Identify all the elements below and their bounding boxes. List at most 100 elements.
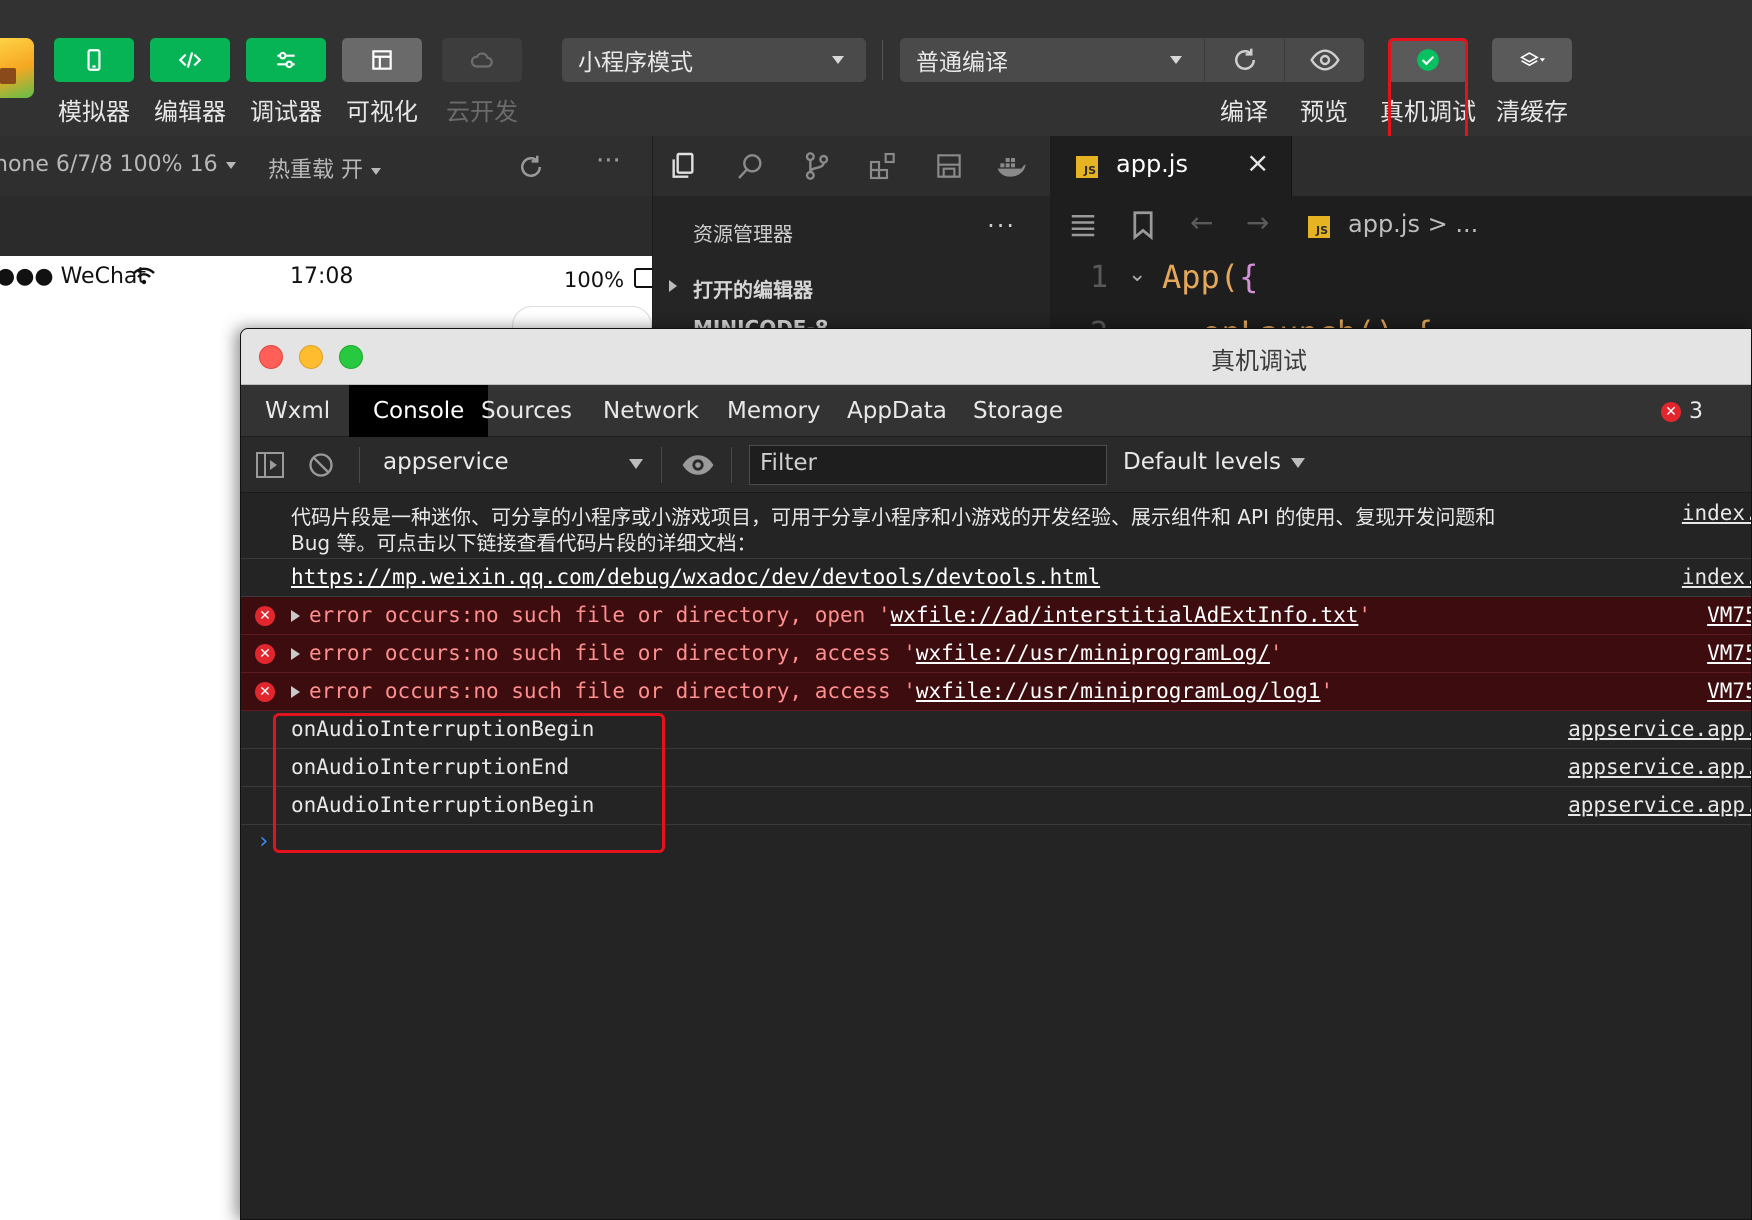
docker-icon[interactable] bbox=[995, 150, 1027, 182]
tab-label: app.js bbox=[1116, 150, 1188, 178]
chevron-down-icon bbox=[225, 161, 236, 169]
error-suffix: ' bbox=[1358, 603, 1372, 627]
code-line[interactable]: 1 ⌄ App({ bbox=[1050, 256, 1752, 308]
editor-button[interactable] bbox=[150, 38, 230, 82]
sidebar-toggle-icon[interactable] bbox=[255, 451, 285, 479]
code-token: App( bbox=[1162, 258, 1240, 296]
extensions-icon[interactable] bbox=[867, 150, 899, 182]
bookmark-icon[interactable] bbox=[1132, 210, 1154, 240]
console-error[interactable]: ✕ error occurs:no such file or directory… bbox=[241, 635, 1751, 673]
rotate-button[interactable] bbox=[516, 152, 546, 188]
compile-select[interactable]: 普通编译 bbox=[900, 38, 1204, 82]
log-source-link[interactable]: VM75:1 bbox=[1707, 603, 1751, 627]
preview-button[interactable] bbox=[1284, 38, 1364, 82]
error-file-link[interactable]: wxfile://usr/miniprogramLog/log1 bbox=[916, 679, 1321, 703]
debugger-label: 调试器 bbox=[250, 98, 322, 126]
toolbar-divider bbox=[359, 447, 360, 483]
simulator-toolbar: none 6/7/8 100% 16 热重载 开 ··· bbox=[0, 136, 652, 196]
mode-select[interactable]: 小程序模式 bbox=[562, 38, 866, 82]
tab-app-js[interactable]: JS app.js × bbox=[1050, 136, 1292, 196]
wifi-icon bbox=[132, 266, 156, 292]
console-message[interactable]: https://mp.weixin.qq.com/debug/wxadoc/de… bbox=[241, 559, 1751, 597]
close-icon[interactable]: × bbox=[1246, 146, 1269, 179]
back-arrow-icon[interactable]: ← bbox=[1190, 206, 1213, 239]
log-source-link[interactable]: appservice.app.js bbox=[1568, 755, 1751, 779]
breadcrumb[interactable]: app.js > ... bbox=[1348, 210, 1478, 238]
phone-status-bar: ●●● WeChat 17:08 100% bbox=[0, 256, 656, 300]
log-source-link[interactable]: VM75:1 bbox=[1707, 641, 1751, 665]
error-count: 3 bbox=[1689, 399, 1703, 424]
wechat-devtools-screen: 模拟器 编辑器 调试器 可视化 云开发 小程序模式 普通编译 编译 预览 真机调… bbox=[0, 0, 1752, 1220]
device-select[interactable]: none 6/7/8 100% 16 bbox=[0, 152, 236, 177]
chevron-down-icon[interactable]: ⌄ bbox=[1128, 262, 1146, 287]
compile-button[interactable] bbox=[1204, 38, 1284, 82]
expand-triangle-icon[interactable] bbox=[291, 686, 300, 698]
console-error[interactable]: ✕ error occurs:no such file or directory… bbox=[241, 597, 1751, 635]
log-source-link[interactable]: index.js bbox=[1682, 501, 1751, 525]
debugger-button[interactable] bbox=[246, 38, 326, 82]
log-source-link[interactable]: index.js bbox=[1682, 565, 1751, 589]
log-text: Bug 等。可点击以下链接查看代码片段的详细文档： bbox=[291, 531, 757, 555]
tab-sources[interactable]: Sources bbox=[457, 385, 596, 437]
tab-storage[interactable]: Storage bbox=[949, 385, 1087, 437]
log-levels-select[interactable]: Default levels bbox=[1123, 449, 1306, 475]
code-editor: JS app.js × ← → JS app.js > ... 1 ⌄ App(… bbox=[1050, 136, 1752, 352]
cloud-dev-button[interactable] bbox=[442, 38, 522, 82]
sliders-icon bbox=[277, 51, 295, 69]
refresh-icon bbox=[1234, 48, 1255, 70]
open-editors-section[interactable]: 打开的编辑器 bbox=[669, 274, 813, 303]
files-icon[interactable] bbox=[667, 150, 699, 182]
compile-label: 编译 bbox=[1220, 98, 1268, 126]
toolbar-divider bbox=[731, 447, 732, 483]
docs-link[interactable]: https://mp.weixin.qq.com/debug/wxadoc/de… bbox=[291, 565, 1100, 589]
expand-triangle-icon[interactable] bbox=[291, 610, 300, 622]
log-source-link[interactable]: VM75:1 bbox=[1707, 679, 1751, 703]
explorer-more-button[interactable]: ··· bbox=[987, 212, 1016, 240]
forward-arrow-icon[interactable]: → bbox=[1246, 206, 1269, 239]
code-brace: { bbox=[1239, 258, 1259, 296]
error-prefix: error occurs:no such file or directory, … bbox=[309, 603, 891, 627]
clear-console-icon[interactable] bbox=[307, 451, 335, 479]
save-icon[interactable] bbox=[933, 150, 965, 182]
chevron-down-icon[interactable] bbox=[629, 459, 643, 469]
eye-icon bbox=[1309, 49, 1340, 71]
error-icon: ✕ bbox=[255, 606, 275, 626]
console-prompt[interactable]: › bbox=[257, 829, 270, 854]
tab-network[interactable]: Network bbox=[579, 385, 723, 437]
chevron-down-icon bbox=[371, 167, 381, 175]
eye-icon[interactable] bbox=[681, 451, 715, 479]
visualize-button[interactable] bbox=[342, 38, 422, 82]
context-select[interactable]: appservice bbox=[383, 449, 509, 475]
simulator-more-button[interactable]: ··· bbox=[596, 146, 621, 176]
error-suffix: ' bbox=[1269, 641, 1283, 665]
devtools-tabs: Wxml Console Sources Network Memory AppD… bbox=[241, 385, 1751, 437]
console-error[interactable]: ✕ error occurs:no such file or directory… bbox=[241, 673, 1751, 711]
code-icon bbox=[178, 52, 202, 68]
log-source-link[interactable]: appservice.app.js bbox=[1568, 793, 1751, 817]
tab-wxml[interactable]: Wxml bbox=[241, 385, 354, 437]
clear-cache-button[interactable] bbox=[1492, 38, 1572, 82]
expand-triangle-icon[interactable] bbox=[291, 648, 300, 660]
filter-input[interactable]: Filter bbox=[749, 445, 1107, 485]
cloud-dev-label: 云开发 bbox=[446, 98, 518, 126]
zoom-window-button[interactable] bbox=[339, 345, 363, 369]
log-levels-value: Default levels bbox=[1123, 449, 1282, 475]
chevron-down-icon bbox=[832, 56, 844, 64]
simulator-button[interactable] bbox=[54, 38, 134, 82]
activity-bar bbox=[653, 136, 1051, 196]
hot-reload-toggle[interactable]: 热重载 开 bbox=[268, 152, 381, 184]
error-icon: ✕ bbox=[255, 644, 275, 664]
close-window-button[interactable] bbox=[259, 345, 283, 369]
console-message[interactable]: 代码片段是一种迷你、可分享的小程序或小游戏项目，可用于分享小程序和小游戏的开发经… bbox=[241, 493, 1751, 559]
list-icon[interactable] bbox=[1068, 212, 1098, 238]
error-icon: ✕ bbox=[1661, 402, 1681, 422]
log-source-link[interactable]: appservice.app.js bbox=[1568, 717, 1751, 741]
search-icon[interactable] bbox=[735, 150, 767, 182]
error-file-link[interactable]: wxfile://usr/miniprogramLog/ bbox=[916, 641, 1270, 665]
clear-cache-label: 清缓存 bbox=[1496, 98, 1568, 126]
error-file-link[interactable]: wxfile://ad/interstitialAdExtInfo.txt bbox=[891, 603, 1359, 627]
error-count-badge[interactable]: ✕ 3 bbox=[1661, 399, 1703, 424]
source-control-icon[interactable] bbox=[801, 150, 833, 182]
preview-label: 预览 bbox=[1300, 98, 1348, 126]
minimize-window-button[interactable] bbox=[299, 345, 323, 369]
